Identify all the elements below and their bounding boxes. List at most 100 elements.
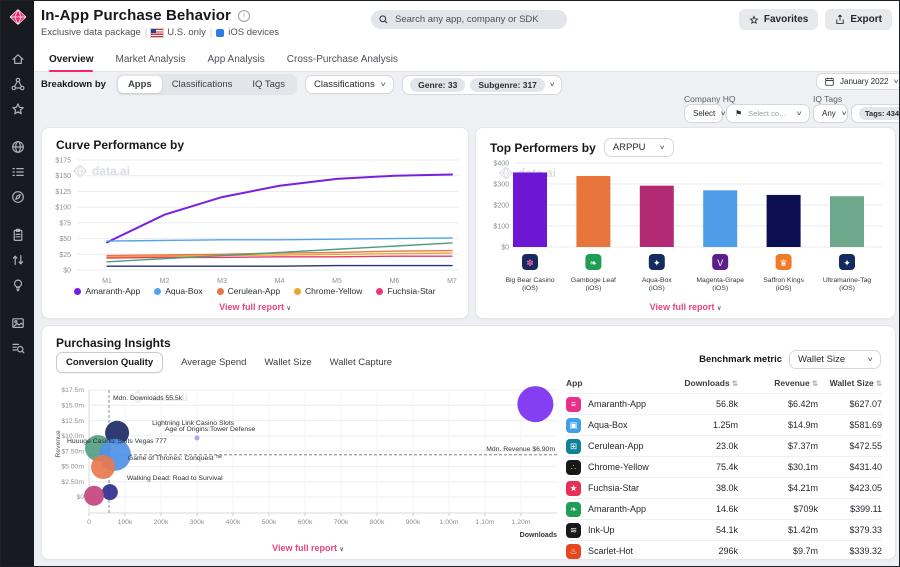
curve-view-full-report-link[interactable]: View full report ∨ [42, 302, 468, 312]
bar-saffron-kings-ios-[interactable] [766, 194, 801, 247]
svg-text:$7.50m: $7.50m [61, 448, 84, 455]
compare-arrows-icon[interactable] [10, 252, 26, 268]
revenue-value: $4.21m [787, 483, 818, 493]
top-view-full-report-link[interactable]: View full report ∨ [476, 302, 895, 312]
table-row[interactable]: ∴ Chrome-Yellow 75.4k $30.1m $431.40 [566, 456, 882, 477]
insights-view-full-report-link[interactable]: View full report ∨ [50, 543, 566, 553]
top-charts-list-icon[interactable] [10, 164, 26, 180]
conversion-quality-bubble-chart: $0$2.50m$5.00m$7.50m$10.0m$12.5m$15.0m$1… [55, 386, 557, 539]
company-hq-select[interactable]: Select ∨ [684, 104, 727, 123]
classification-dropdown[interactable]: Classifications ∨ [304, 75, 395, 94]
star-icon [749, 14, 759, 25]
app-name: Amaranth-App [588, 399, 647, 409]
benchmark-metric-control: Benchmark metric Wallet Size ∨ [699, 350, 881, 369]
bubble-walking-dead-road-to-survival[interactable] [101, 484, 118, 501]
tab-overview[interactable]: Overview [49, 47, 94, 72]
market-globe-icon[interactable] [10, 139, 26, 155]
search-list-icon[interactable] [10, 340, 26, 356]
insights-tab-wallet-size[interactable]: Wallet Size [264, 357, 311, 368]
series-Amaranth-App[interactable] [106, 173, 453, 244]
reports-clipboard-icon[interactable] [10, 227, 26, 243]
legend-dot [294, 287, 302, 295]
svg-text:$12.5m: $12.5m [61, 418, 84, 425]
bar-ultramarine-tag-ios-[interactable] [830, 196, 864, 247]
column-header-revenue[interactable]: Revenue ⇅ [738, 378, 818, 388]
svg-text:$200: $200 [493, 203, 509, 210]
favorites-button[interactable]: Favorites [738, 9, 819, 30]
svg-text:(iOS): (iOS) [839, 285, 855, 292]
insights-tab-average-spend[interactable]: Average Spend [181, 357, 246, 368]
tab-market-analysis[interactable]: Market Analysis [115, 47, 185, 71]
export-button[interactable]: Export [825, 9, 892, 30]
legend-item-cerulean-app[interactable]: Cerulean-App [216, 286, 280, 296]
filter-pill[interactable]: Subgenre: 317 [470, 77, 545, 92]
revenue-value: $709k [793, 504, 818, 514]
chevron-down-icon: ∨ [716, 306, 722, 312]
segment-iq-tags[interactable]: IQ Tags [242, 76, 295, 93]
insights-bulb-icon[interactable] [10, 277, 26, 293]
table-row[interactable]: ❧ Amaranth-App 14.6k $709k $399.11 [566, 498, 882, 519]
engagement-compass-icon[interactable] [10, 189, 26, 205]
app-icon: ❧ [566, 501, 581, 517]
legend-item-chrome-yellow[interactable]: Chrome-Yellow [294, 286, 362, 296]
segment-apps[interactable]: Apps [117, 76, 162, 93]
media-image-icon[interactable] [10, 315, 26, 331]
downloads-value: 14.6k [715, 504, 738, 514]
iq-tags-count-select[interactable]: Tags: 434 ∨ [851, 104, 899, 123]
wallet_size-value: $423.05 [849, 483, 882, 493]
svg-text:Huuuge Casino: Slots Vegas 777: Huuuge Casino: Slots Vegas 777 [67, 438, 167, 445]
table-row[interactable]: ★ Fuchsia-Star 38.0k $4.21m $423.05 [566, 477, 882, 498]
table-row[interactable]: ≡ Amaranth-App 56.8k $6.42m $627.07 [566, 393, 882, 414]
curve-chart-legend: Amaranth-App Aqua-Box Cerulean-App Chrome-Y… [42, 286, 468, 296]
search-input[interactable] [393, 13, 559, 26]
data-ai-logo[interactable] [8, 8, 28, 31]
svg-text:$150: $150 [55, 173, 71, 180]
column-header-wallet-size[interactable]: Wallet Size ⇅ [818, 378, 882, 388]
segment-classifications[interactable]: Classifications [162, 76, 243, 93]
svg-text:M4: M4 [275, 278, 285, 285]
genre-pill-group[interactable]: Genre: 33 Subgenre: 317 ∨ [402, 74, 563, 95]
tab-app-analysis[interactable]: App Analysis [208, 47, 265, 71]
benchmark-metric-dropdown[interactable]: Wallet Size ∨ [789, 350, 881, 369]
search-bar[interactable] [371, 10, 567, 29]
svg-text:M3: M3 [217, 278, 227, 285]
bubble-unlabeled[interactable] [91, 455, 116, 480]
table-row[interactable]: ♨ Scarlet-Hot 296k $9.7m $339.32 [566, 540, 882, 561]
insights-tab-conversion-quality[interactable]: Conversion Quality [56, 352, 164, 373]
column-header-downloads[interactable]: Downloads ⇅ [678, 378, 738, 388]
filter-pill[interactable]: Genre: 33 [410, 77, 466, 92]
bubble-age-of-origins-tower-defense[interactable] [194, 435, 200, 441]
legend-item-amaranth-app[interactable]: Amaranth-App [74, 286, 140, 296]
iq-tags-any-select[interactable]: Any ∨ [813, 104, 848, 123]
top-performers-metric-dropdown[interactable]: ARPPU ∨ [603, 138, 674, 157]
calendar-icon [825, 77, 834, 86]
svg-text:(iOS): (iOS) [522, 285, 538, 292]
apps-network-icon[interactable] [10, 76, 26, 92]
series-unlabeled-green[interactable] [106, 242, 453, 263]
company-hq-countries-select[interactable]: ⚑ Select countries or regions ∨ [726, 104, 810, 123]
svg-text:✦: ✦ [653, 258, 661, 268]
bubble-unlabeled[interactable] [84, 485, 105, 506]
home-icon[interactable] [10, 51, 26, 67]
svg-text:$0: $0 [501, 245, 509, 252]
table-row[interactable]: ⊞ Cerulean-App 23.0k $7.37m $472.55 [566, 435, 882, 456]
insights-tab-wallet-capture[interactable]: Wallet Capture [330, 357, 392, 368]
table-row[interactable]: ▣ Aqua-Box 1.25m $14.9m $581.69 [566, 414, 882, 435]
chevron-down-icon: ∨ [286, 306, 291, 312]
bar-big-bear-casino-ios-[interactable] [513, 172, 547, 247]
legend-item-aqua-box[interactable]: Aqua-Box [154, 286, 203, 296]
table-row[interactable]: ≋ Ink-Up 54.1k $1.42m $379.33 [566, 519, 882, 540]
bar-aqua-box-ios-[interactable] [639, 185, 674, 247]
wallet_size-value: $472.55 [849, 441, 882, 451]
date-selector[interactable]: January 2022 ∨ [816, 73, 899, 90]
tab-cross-purchase-analysis[interactable]: Cross-Purchase Analysis [287, 47, 398, 71]
legend-item-fuchsia-star[interactable]: Fuchsia-Star [376, 286, 436, 296]
bar-magenta-grape-ios-[interactable] [703, 190, 738, 247]
svg-text:M7: M7 [447, 278, 457, 285]
bubble-unlabeled[interactable] [517, 386, 554, 423]
info-icon[interactable]: i [237, 10, 250, 22]
favorites-star-icon[interactable] [10, 101, 26, 117]
series-unlabeled-navy[interactable] [106, 264, 453, 267]
svg-text:❧: ❧ [590, 258, 598, 268]
bar-gamboge-leaf-ios-[interactable] [576, 176, 611, 247]
